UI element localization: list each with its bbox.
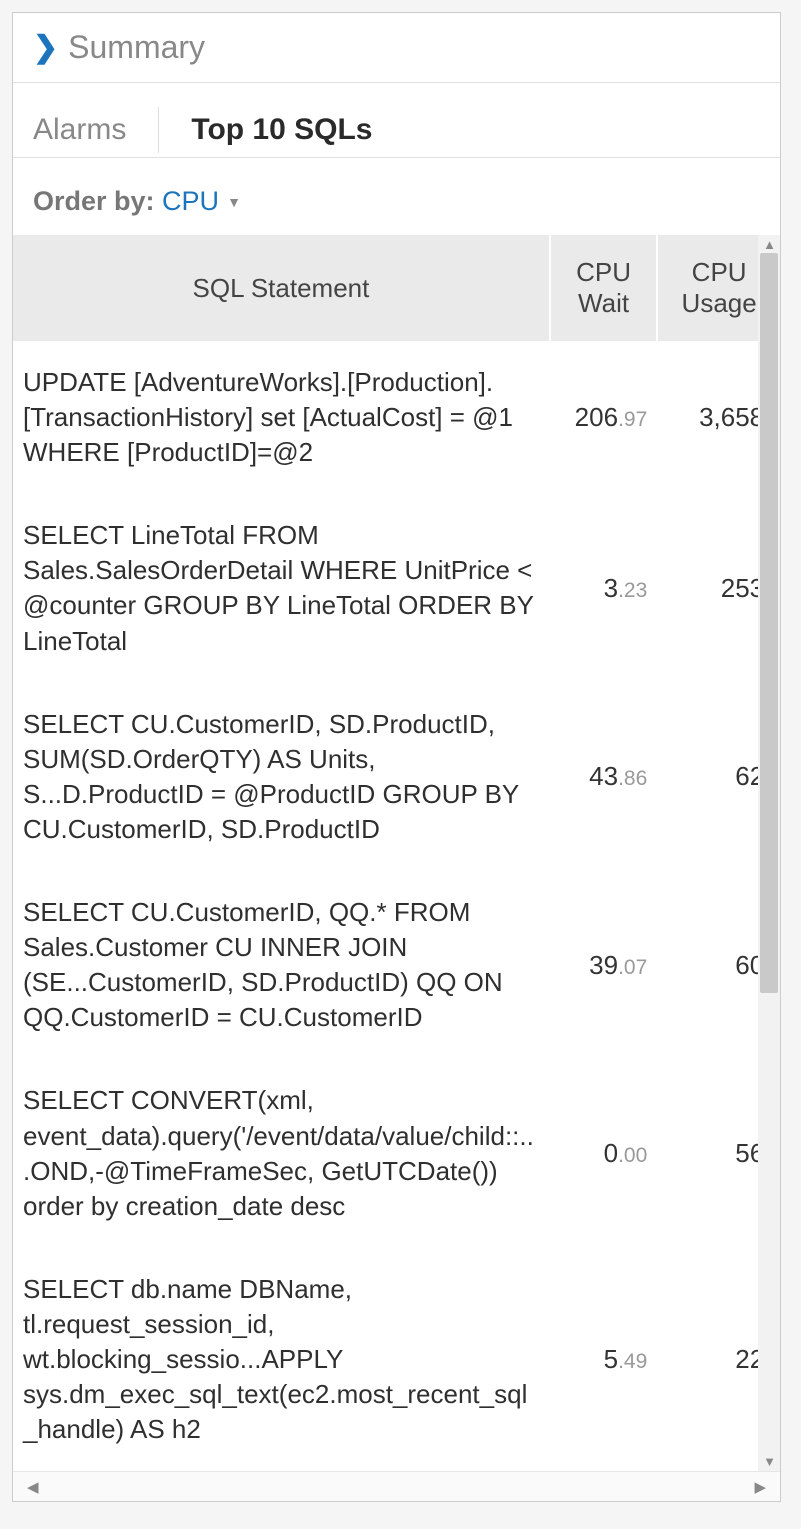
order-by-dropdown[interactable]: CPU ▼ xyxy=(162,186,241,217)
cpu-wait-cell: 206.97 xyxy=(550,341,657,494)
vertical-scrollbar-thumb[interactable] xyxy=(760,253,778,993)
sql-cell: SELECT CU.CustomerID, SD.ProductID, SUM(… xyxy=(13,683,550,871)
col-header-sql[interactable]: SQL Statement xyxy=(13,235,550,341)
tab-alarms-label: Alarms xyxy=(33,113,126,146)
cpu-wait-cell: 5.49 xyxy=(550,1248,657,1471)
table-row[interactable]: SELECT CONVERT(xml, event_data).query('/… xyxy=(13,1059,780,1247)
col-header-cpu-wait[interactable]: CPU Wait xyxy=(550,235,657,341)
table-row[interactable]: UPDATE [AdventureWorks].[Production].[Tr… xyxy=(13,341,780,494)
caret-down-icon: ▼ xyxy=(227,194,241,210)
sql-cell: SELECT CU.CustomerID, QQ.* FROM Sales.Cu… xyxy=(13,871,550,1059)
sql-cell: SELECT CONVERT(xml, event_data).query('/… xyxy=(13,1059,550,1247)
table-wrap: SQL Statement CPU Wait CPU Usage UPDATE … xyxy=(13,235,780,1471)
tab-top-sqls-label: Top 10 SQLs xyxy=(191,113,372,146)
order-by-row: Order by: CPU ▼ xyxy=(13,158,780,235)
table-header-row: SQL Statement CPU Wait CPU Usage xyxy=(13,235,780,341)
scroll-left-icon[interactable]: ◀ xyxy=(27,1478,39,1496)
sql-cell: SELECT db.name DBName, tl.request_sessio… xyxy=(13,1248,550,1471)
scroll-right-icon[interactable]: ▶ xyxy=(754,1478,766,1496)
summary-title: Summary xyxy=(68,29,205,66)
vertical-scrollbar[interactable]: ▲ ▼ xyxy=(758,235,780,1471)
order-by-value: CPU xyxy=(162,186,219,217)
cpu-wait-cell: 39.07 xyxy=(550,871,657,1059)
horizontal-scrollbar[interactable]: ◀ ▶ xyxy=(13,1471,780,1501)
summary-expander[interactable]: ❯ Summary xyxy=(13,13,780,83)
scroll-up-icon[interactable]: ▲ xyxy=(763,237,776,252)
table-row[interactable]: SELECT CU.CustomerID, SD.ProductID, SUM(… xyxy=(13,683,780,871)
cpu-wait-cell: 43.86 xyxy=(550,683,657,871)
tab-bar: Alarms Top 10 SQLs xyxy=(13,83,780,158)
cpu-wait-cell: 0.00 xyxy=(550,1059,657,1247)
table-row[interactable]: SELECT CU.CustomerID, QQ.* FROM Sales.Cu… xyxy=(13,871,780,1059)
sql-panel: ❯ Summary Alarms Top 10 SQLs Order by: C… xyxy=(12,12,781,1502)
cpu-wait-cell: 3.23 xyxy=(550,494,657,682)
order-by-label: Order by: xyxy=(33,186,155,216)
sql-table: SQL Statement CPU Wait CPU Usage UPDATE … xyxy=(13,235,780,1471)
table-row[interactable]: SELECT LineTotal FROM Sales.SalesOrderDe… xyxy=(13,494,780,682)
sql-cell: SELECT LineTotal FROM Sales.SalesOrderDe… xyxy=(13,494,550,682)
sql-cell: UPDATE [AdventureWorks].[Production].[Tr… xyxy=(13,341,550,494)
table-row[interactable]: SELECT db.name DBName, tl.request_sessio… xyxy=(13,1248,780,1471)
tab-alarms[interactable]: Alarms xyxy=(33,107,159,153)
tab-top-sqls[interactable]: Top 10 SQLs xyxy=(191,107,372,153)
chevron-right-icon: ❯ xyxy=(33,33,58,63)
scroll-down-icon[interactable]: ▼ xyxy=(763,1454,776,1469)
